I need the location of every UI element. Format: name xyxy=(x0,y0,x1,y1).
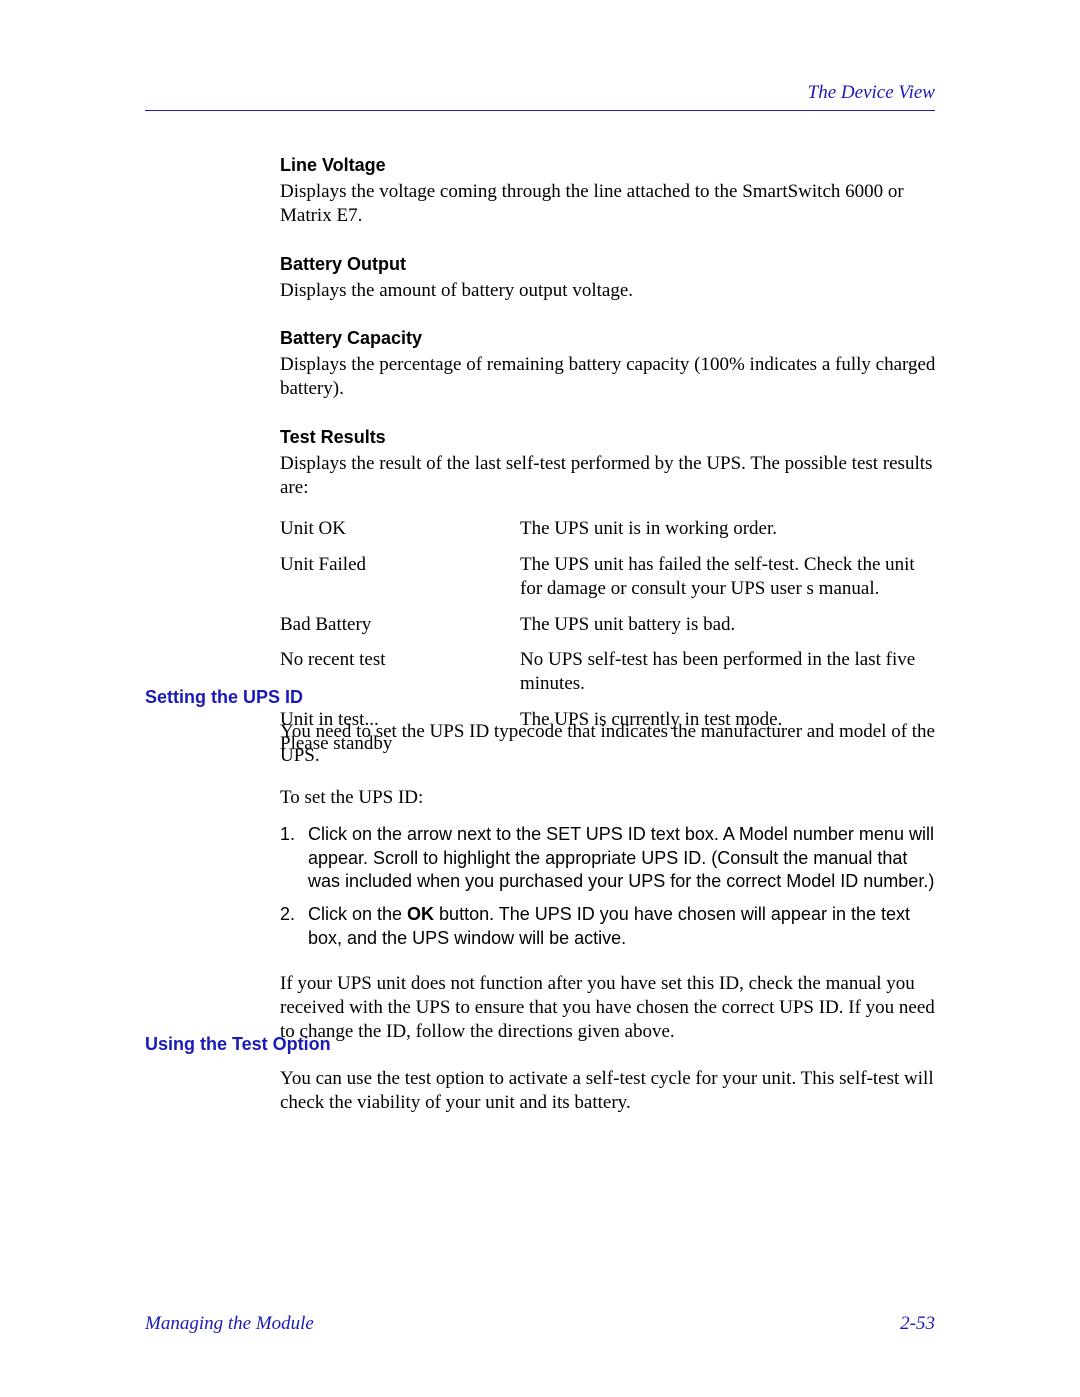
ups-section-content: You need to set the UPS ID typecode that… xyxy=(280,720,940,1043)
term-text-battery-capacity: Displays the percentage of remaining bat… xyxy=(280,353,940,401)
result-desc: No UPS self-test has been performed in t… xyxy=(520,648,940,696)
list-text: Click on the arrow next to the SET UPS I… xyxy=(308,823,940,893)
ups-intro-1: You need to set the UPS ID typecode that… xyxy=(280,720,940,768)
test-section-content: You can use the test option to activate … xyxy=(280,1067,940,1141)
step2-pre: Click on the xyxy=(308,904,407,924)
term-text-battery-output: Displays the amount of battery output vo… xyxy=(280,279,940,303)
result-term: Unit Failed xyxy=(280,553,520,577)
footer-right: 2-53 xyxy=(900,1313,935,1335)
page-header: The Device View xyxy=(145,82,935,111)
term-heading-battery-output: Battery Output xyxy=(280,254,940,275)
result-term: No recent test xyxy=(280,648,520,672)
page: The Device View Line Voltage Displays th… xyxy=(0,0,1080,1397)
list-item: 2. Click on the OK button. The UPS ID yo… xyxy=(280,903,940,950)
list-text: Click on the OK button. The UPS ID you h… xyxy=(308,903,940,950)
footer-left: Managing the Module xyxy=(145,1313,314,1335)
result-desc: The UPS unit battery is bad. xyxy=(520,613,940,637)
result-desc: The UPS unit has failed the self-test. C… xyxy=(520,553,940,601)
main-content: Line Voltage Displays the voltage coming… xyxy=(280,155,940,767)
list-number: 1. xyxy=(280,823,308,846)
result-term: Unit OK xyxy=(280,517,520,541)
result-row: Unit Failed The UPS unit has failed the … xyxy=(280,553,940,601)
header-rule xyxy=(145,110,935,111)
list-number: 2. xyxy=(280,903,308,926)
ups-outro: If your UPS unit does not function after… xyxy=(280,972,940,1043)
term-heading-line-voltage: Line Voltage xyxy=(280,155,940,176)
ups-steps-list: 1. Click on the arrow next to the SET UP… xyxy=(280,823,940,950)
term-heading-test-results: Test Results xyxy=(280,427,940,448)
ups-intro-2: To set the UPS ID: xyxy=(280,786,940,810)
section-heading-test-option: Using the Test Option xyxy=(145,1034,331,1055)
result-row: No recent test No UPS self-test has been… xyxy=(280,648,940,696)
header-title: The Device View xyxy=(145,82,935,110)
step2-bold: OK xyxy=(407,904,434,924)
test-text: You can use the test option to activate … xyxy=(280,1067,940,1115)
result-row: Bad Battery The UPS unit battery is bad. xyxy=(280,613,940,637)
page-footer: Managing the Module 2-53 xyxy=(145,1313,935,1335)
term-text-test-results: Displays the result of the last self-tes… xyxy=(280,452,940,500)
result-term: Bad Battery xyxy=(280,613,520,637)
result-desc: The UPS unit is in working order. xyxy=(520,517,940,541)
term-heading-battery-capacity: Battery Capacity xyxy=(280,328,940,349)
result-row: Unit OK The UPS unit is in working order… xyxy=(280,517,940,541)
term-text-line-voltage: Displays the voltage coming through the … xyxy=(280,180,940,228)
section-heading-ups-id: Setting the UPS ID xyxy=(145,687,303,708)
list-item: 1. Click on the arrow next to the SET UP… xyxy=(280,823,940,893)
